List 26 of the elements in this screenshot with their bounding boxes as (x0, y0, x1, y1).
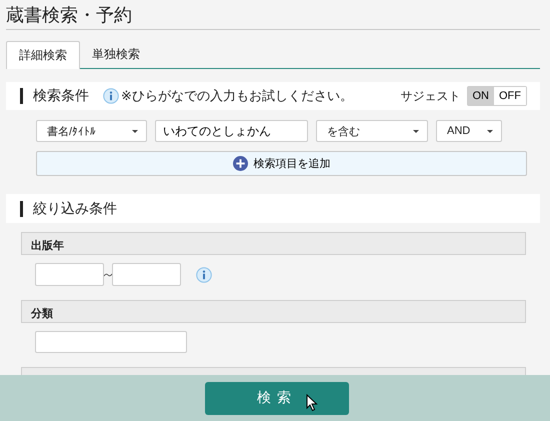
operator-select[interactable]: AND (436, 120, 502, 142)
year-from-input[interactable] (35, 263, 104, 286)
caret-icon (132, 130, 138, 132)
info-icon[interactable] (103, 88, 119, 104)
section-heading: 検索条件 (33, 87, 89, 105)
plus-icon (232, 156, 248, 171)
match-select[interactable]: を含む (316, 120, 428, 142)
page-title: 蔵書検索・予約 (6, 0, 540, 30)
tab[interactable]: 詳細検索 (6, 41, 80, 69)
filter-heading: 分類 (21, 300, 526, 323)
year-to-input[interactable] (112, 263, 181, 286)
search-button[interactable]: 検索 (205, 382, 349, 414)
tab[interactable]: 単独検索 (80, 41, 152, 68)
toggle-option[interactable]: ON (468, 87, 494, 105)
caret-icon (487, 130, 493, 132)
caret-icon (413, 130, 419, 132)
filter-heading: 出版年 (21, 232, 526, 255)
add-condition-button[interactable]: 検索項目を追加 (36, 151, 527, 176)
field-select[interactable]: 書名/ﾀｲﾄﾙ (36, 120, 147, 142)
classification-input[interactable] (35, 331, 187, 353)
section-heading: 絞り込み条件 (33, 200, 117, 218)
keyword-input[interactable]: いわてのとしょかん (155, 120, 308, 142)
hint-text: ※ひらがなでの入力もお試しください。 (121, 87, 353, 105)
info-icon[interactable] (196, 266, 212, 282)
suggest-label: サジェスト (400, 88, 460, 104)
cursor-icon (306, 394, 318, 412)
